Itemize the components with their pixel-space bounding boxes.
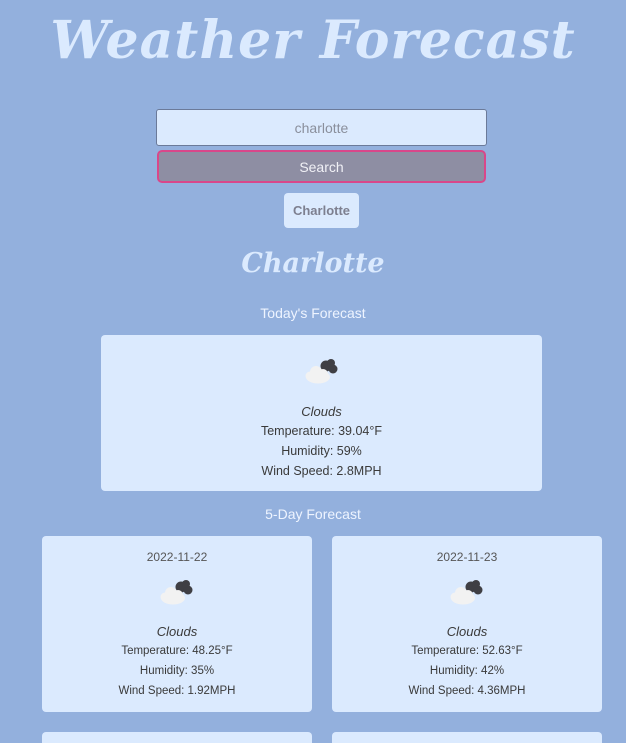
five-day-heading: 5-Day Forecast: [265, 506, 361, 522]
humidity: Humidity: 42%: [429, 665, 505, 677]
clouds-icon: [302, 355, 342, 392]
temperature: Temperature: 39.04°F: [260, 424, 383, 438]
wind-speed: Wind Speed: 4.36MPH: [408, 685, 526, 697]
search-input[interactable]: [156, 109, 487, 146]
forecast-card: [332, 732, 602, 743]
weather-description: Clouds: [301, 404, 342, 419]
humidity: Humidity: 35%: [139, 665, 215, 677]
city-name: Charlotte: [241, 248, 385, 279]
humidity: Humidity: 59%: [281, 444, 362, 458]
weather-description: Clouds: [156, 624, 198, 639]
weather-app: Weather Forecast Search Charlotte Charlo…: [0, 0, 626, 743]
temperature: Temperature: 48.25°F: [121, 645, 233, 657]
search-button[interactable]: Search: [157, 150, 486, 183]
forecast-date: 2022-11-22: [146, 550, 208, 564]
today-heading: Today's Forecast: [260, 305, 366, 321]
history-button-charlotte[interactable]: Charlotte: [284, 193, 359, 228]
wind-speed: Wind Speed: 1.92MPH: [118, 685, 236, 697]
clouds-icon: [447, 576, 487, 613]
weather-description: Clouds: [446, 624, 488, 639]
forecast-card: 2022-11-22 Clouds Temperature: 48.25°F H…: [42, 536, 312, 712]
wind-speed: Wind Speed: 2.8MPH: [261, 464, 382, 478]
forecast-date: 2022-11-23: [436, 550, 498, 564]
forecast-card: [42, 732, 312, 743]
forecast-card: 2022-11-23 Clouds Temperature: 52.63°F H…: [332, 536, 602, 712]
app-title: Weather Forecast: [50, 10, 576, 71]
today-forecast-card: Clouds Temperature: 39.04°F Humidity: 59…: [101, 335, 542, 491]
clouds-icon: [157, 576, 197, 613]
temperature: Temperature: 52.63°F: [411, 645, 523, 657]
